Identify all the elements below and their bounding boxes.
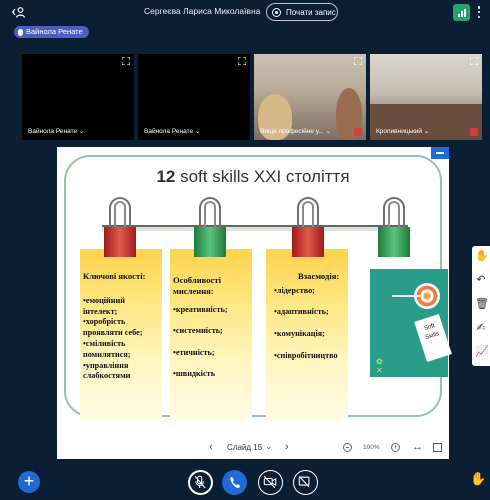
binder-clip-icon (292, 197, 324, 259)
mute-microphone-button[interactable] (188, 470, 213, 495)
slide-navigation: ‹ Слайд 15 ⌄ › 100% + ↔ (57, 440, 449, 458)
raise-hand-icon[interactable]: ✋ (470, 471, 486, 489)
card-item: •сміливість (83, 338, 126, 348)
soft-skills-tag: Soft Skills (414, 314, 452, 362)
fullscreen-icon[interactable] (433, 443, 442, 452)
presentation-area[interactable]: 12 soft skills XXI століття Ключові якос… (57, 147, 452, 459)
card-item: •адаптивність; (274, 307, 329, 317)
slide-selector[interactable]: Слайд 15 (227, 443, 262, 452)
zoom-in-icon[interactable]: + (391, 443, 400, 452)
next-slide-icon[interactable]: › (285, 441, 289, 453)
card-item: •креативність; (173, 304, 228, 314)
undo-icon[interactable]: ↶ (475, 274, 487, 286)
shelf-shadow (102, 227, 408, 231)
top-bar: Сергеєва Лариса Миколаївна Почати запис (0, 0, 490, 24)
fit-width-icon[interactable]: ↔ (412, 441, 423, 453)
card-item: •системність; (173, 326, 223, 336)
share-screen-button[interactable] (293, 470, 318, 495)
options-menu-icon[interactable] (477, 6, 481, 18)
expand-icon[interactable] (470, 57, 478, 65)
connection-status-icon[interactable] (453, 4, 470, 21)
video-tile[interactable]: Кропивницький ⌄ (370, 54, 482, 140)
whiteboard-toolbar: ✋ ↶ 🗑 ✍ 📈 (472, 246, 490, 366)
screen-share-icon (298, 475, 310, 488)
card-heading: Особливості мислення: (173, 275, 221, 296)
muted-icon (354, 128, 362, 136)
camera-off-icon (263, 475, 277, 489)
phone-icon (230, 477, 240, 488)
card-heading: Взаємодія: (298, 271, 340, 281)
actions-plus-button[interactable]: + (18, 471, 40, 493)
users-toggle-icon[interactable] (12, 5, 26, 19)
card-item: •лідерство; (274, 285, 315, 295)
card-item: •емоційний (83, 295, 125, 305)
expand-icon[interactable] (122, 57, 130, 65)
card-item: •хоробрість (83, 317, 126, 327)
video-tile-name[interactable]: Вайнола Ренате ⌄ (28, 127, 84, 135)
card-item: •швидкість (173, 369, 216, 379)
card-item: •управління (83, 360, 129, 370)
card-item: проявляти себе; (83, 328, 143, 338)
skills-card: Взаємодія: •лідерство; •адаптивність; •к… (266, 249, 348, 421)
binder-clip-icon (104, 197, 136, 259)
soft-skills-illustration: Soft Skills ✿ ✕ (370, 269, 452, 377)
card-item: •комунікація; (274, 328, 325, 338)
talking-name: Вайнола Ренате (26, 27, 83, 36)
chart-icon[interactable]: 📈 (475, 346, 489, 358)
microphone-off-icon (194, 475, 206, 489)
card-item: помилятися; (83, 349, 131, 359)
card-item: •етичність; (173, 347, 215, 357)
binder-clip-icon (378, 197, 410, 259)
video-tile-name[interactable]: Кропивницький ⌄ (376, 127, 429, 135)
zoom-level: 100% (363, 444, 380, 451)
expand-icon[interactable] (354, 57, 362, 65)
minimize-presentation-button[interactable] (431, 147, 449, 159)
hand-tool-icon[interactable]: ✋ (475, 250, 489, 262)
arrow-icon (392, 295, 422, 297)
card-heading: Ключові якості: (83, 271, 146, 281)
slide-frame: 12 soft skills XXI століття Ключові якос… (64, 155, 452, 421)
card-item: •співробітництво (274, 350, 338, 360)
record-icon (272, 7, 281, 17)
card-item: інтелект; (83, 306, 118, 316)
multi-user-icon[interactable]: ✍ (475, 322, 487, 334)
talking-indicator: Вайнола Ренате (14, 26, 89, 38)
video-tile[interactable]: Вайнола Ренате ⌄ (22, 54, 134, 140)
video-tile-name[interactable]: Вайнола Ренате ⌄ (144, 127, 200, 135)
skills-card: Особливості мислення: •креативність; •си… (170, 249, 252, 421)
share-webcam-button[interactable] (258, 470, 283, 495)
delete-icon[interactable]: 🗑 (475, 298, 489, 310)
slide-title: 12 soft skills XXI століття (156, 167, 350, 186)
video-tile-name[interactable]: Вище професійне у... ⌄ (260, 127, 331, 135)
leave-audio-button[interactable] (222, 470, 247, 495)
skills-card: Ключові якості: •емоційний інтелект; •хо… (80, 249, 162, 421)
card-item: слабкостями (83, 371, 131, 381)
expand-icon[interactable] (238, 57, 246, 65)
leaf-icon: ✿ ✕ (376, 357, 383, 375)
zoom-out-icon[interactable] (343, 443, 352, 452)
video-tile[interactable]: Вайнола Ренате ⌄ (138, 54, 250, 140)
muted-icon (470, 128, 478, 136)
binder-clip-icon (194, 197, 226, 259)
record-label: Почати запис (286, 7, 336, 17)
meeting-title: Сергеєва Лариса Миколаївна (144, 6, 261, 16)
start-recording-button[interactable]: Почати запис (266, 3, 338, 21)
video-tile[interactable]: Вище професійне у... ⌄ (254, 54, 366, 140)
microphone-icon (18, 28, 23, 36)
previous-slide-icon[interactable]: ‹ (209, 441, 213, 453)
chevron-down-icon[interactable]: ⌄ (265, 441, 273, 452)
